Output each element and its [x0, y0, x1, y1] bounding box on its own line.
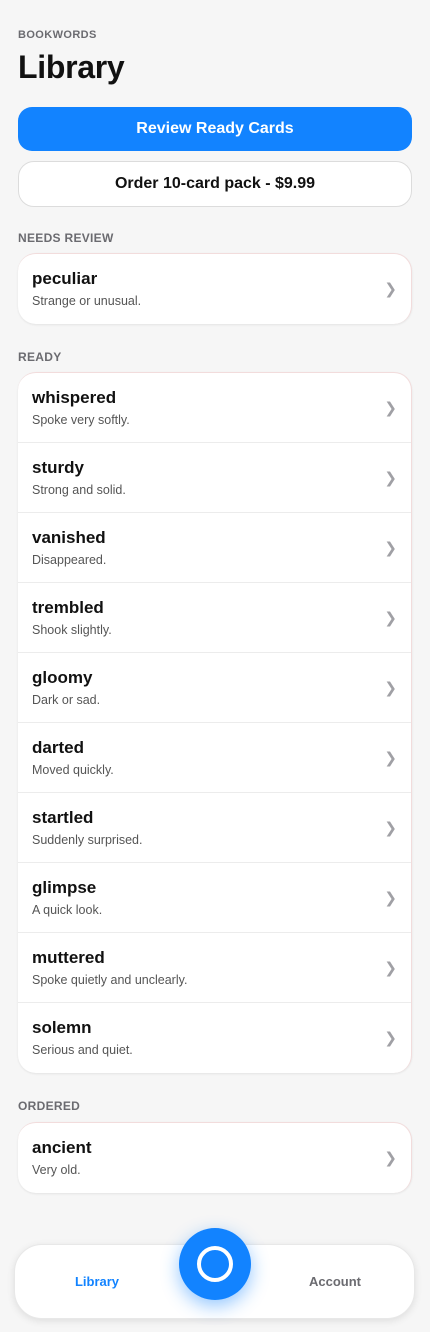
word-label: vanished: [32, 528, 106, 547]
needs-review-list: peculiar Strange or unusual. ❯: [18, 253, 412, 324]
definition-label: Strong and solid.: [32, 483, 126, 497]
tab-library[interactable]: Library: [55, 1274, 139, 1289]
chevron-right-icon: ❯: [384, 539, 397, 557]
order-card-pack-button[interactable]: Order 10-card pack - $9.99: [18, 161, 412, 207]
app-label: BOOKWORDS: [18, 29, 97, 41]
word-label: ancient: [32, 1138, 92, 1157]
list-item[interactable]: solemn Serious and quiet. ❯: [18, 1003, 411, 1073]
list-item[interactable]: trembled Shook slightly. ❯: [18, 583, 411, 653]
definition-label: Strange or unusual.: [32, 294, 142, 308]
list-item[interactable]: vanished Disappeared. ❯: [18, 513, 411, 583]
word-label: gloomy: [32, 668, 93, 687]
ready-list: whispered Spoke very softly. ❯ sturdy St…: [18, 372, 412, 1073]
chevron-right-icon: ❯: [384, 280, 397, 298]
list-item[interactable]: darted Moved quickly. ❯: [18, 723, 411, 793]
definition-label: Spoke very softly.: [32, 413, 130, 427]
word-label: whispered: [32, 388, 117, 407]
list-item[interactable]: gloomy Dark or sad. ❯: [18, 653, 411, 723]
chevron-right-icon: ❯: [384, 959, 397, 977]
list-item[interactable]: sturdy Strong and solid. ❯: [18, 443, 411, 513]
definition-label: Shook slightly.: [32, 623, 112, 637]
word-label: muttered: [32, 948, 105, 967]
definition-label: Suddenly surprised.: [32, 833, 143, 847]
definition-label: A quick look.: [32, 903, 103, 917]
word-label: glimpse: [32, 878, 97, 897]
page-title: Library: [18, 49, 125, 85]
word-label: peculiar: [32, 269, 98, 288]
review-ready-cards-button[interactable]: Review Ready Cards: [18, 107, 412, 151]
section-title-needs-review: NEEDS REVIEW: [18, 231, 114, 245]
definition-label: Spoke quietly and unclearly.: [32, 973, 188, 987]
tab-account[interactable]: Account: [293, 1274, 377, 1289]
chevron-right-icon: ❯: [384, 469, 397, 487]
chevron-right-icon: ❯: [384, 1029, 397, 1047]
center-action-button[interactable]: [179, 1228, 251, 1300]
chevron-right-icon: ❯: [384, 1149, 397, 1167]
word-label: darted: [32, 738, 84, 757]
definition-label: Dark or sad.: [32, 693, 101, 707]
definition-label: Disappeared.: [32, 553, 107, 567]
definition-label: Serious and quiet.: [32, 1043, 133, 1057]
circle-ring-icon: [197, 1246, 233, 1282]
definition-label: Very old.: [32, 1163, 81, 1177]
list-item[interactable]: startled Suddenly surprised. ❯: [18, 793, 411, 863]
chevron-right-icon: ❯: [384, 889, 397, 907]
chevron-right-icon: ❯: [384, 749, 397, 767]
chevron-right-icon: ❯: [384, 399, 397, 417]
list-item[interactable]: glimpse A quick look. ❯: [18, 863, 411, 933]
word-label: startled: [32, 808, 94, 827]
section-title-ready: READY: [18, 350, 62, 364]
chevron-right-icon: ❯: [384, 819, 397, 837]
ordered-list: ancient Very old. ❯: [18, 1122, 412, 1193]
word-label: sturdy: [32, 458, 84, 477]
list-item[interactable]: whispered Spoke very softly. ❯: [18, 373, 411, 443]
list-item[interactable]: peculiar Strange or unusual. ❯: [18, 254, 411, 324]
list-item[interactable]: muttered Spoke quietly and unclearly. ❯: [18, 933, 411, 1003]
word-label: solemn: [32, 1018, 92, 1037]
list-item[interactable]: ancient Very old. ❯: [18, 1123, 411, 1193]
section-title-ordered: ORDERED: [18, 1099, 81, 1113]
word-label: trembled: [32, 598, 104, 617]
chevron-right-icon: ❯: [384, 609, 397, 627]
chevron-right-icon: ❯: [384, 679, 397, 697]
definition-label: Moved quickly.: [32, 763, 114, 777]
